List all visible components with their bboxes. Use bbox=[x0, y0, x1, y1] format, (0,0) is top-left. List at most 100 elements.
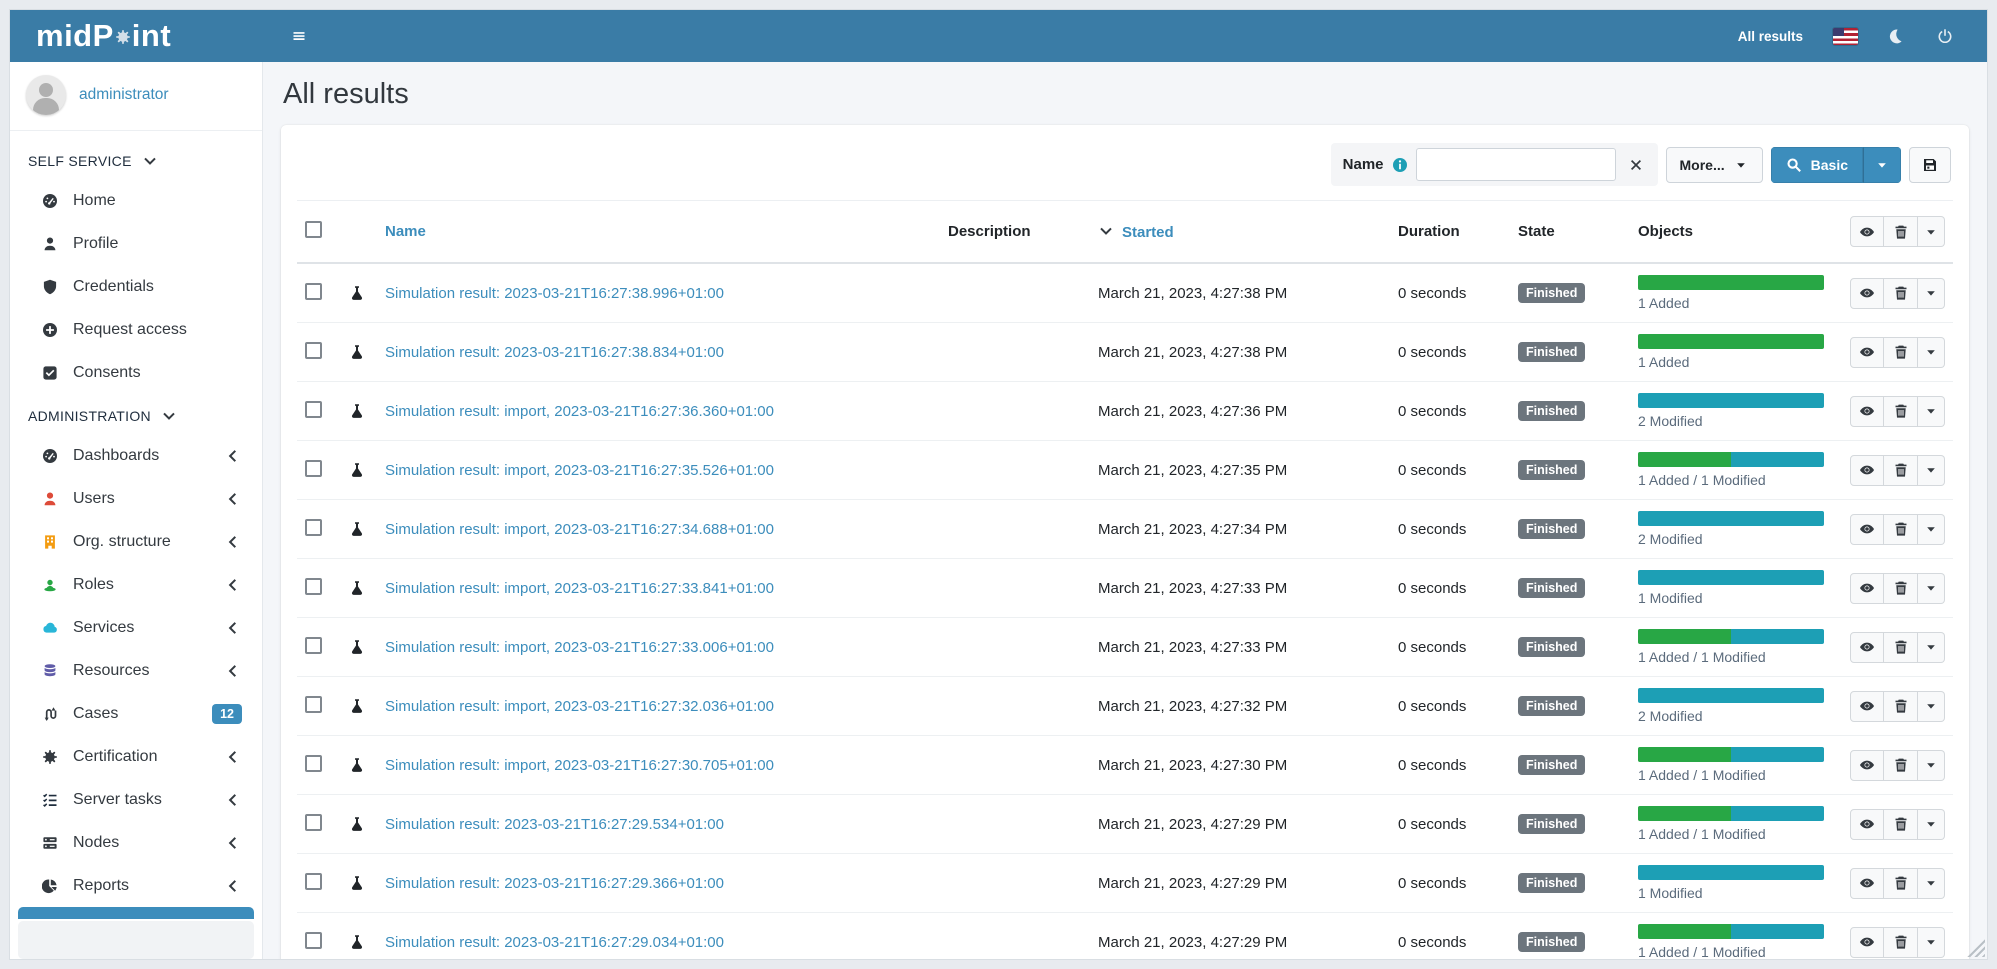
more-actions-icon[interactable] bbox=[1918, 396, 1945, 427]
view-icon[interactable] bbox=[1850, 632, 1884, 663]
sidebar-item-request-access[interactable]: Request access bbox=[18, 308, 254, 351]
simulations-submenu-stub[interactable] bbox=[18, 921, 254, 959]
save-search-button[interactable] bbox=[1909, 147, 1951, 183]
sidebar-section-administration[interactable]: ADMINISTRATION bbox=[18, 394, 254, 434]
sidebar-item-reports[interactable]: Reports bbox=[18, 864, 254, 907]
more-actions-icon[interactable] bbox=[1918, 750, 1945, 781]
navbar-breadcrumb[interactable]: All results bbox=[1724, 29, 1817, 44]
result-name-link[interactable]: Simulation result: import, 2023-03-21T16… bbox=[385, 639, 774, 656]
user-name-link[interactable]: administrator bbox=[79, 86, 169, 104]
result-name-link[interactable]: Simulation result: 2023-03-21T16:27:38.8… bbox=[385, 344, 724, 361]
result-name-link[interactable]: Simulation result: import, 2023-03-21T16… bbox=[385, 698, 774, 715]
sidebar-item-dashboards[interactable]: Dashboards bbox=[18, 434, 254, 477]
sidebar-item-org-structure[interactable]: Org. structure bbox=[18, 520, 254, 563]
menu-toggle-icon[interactable] bbox=[277, 10, 321, 62]
avatar[interactable] bbox=[26, 75, 66, 115]
row-checkbox[interactable] bbox=[305, 342, 322, 359]
row-checkbox[interactable] bbox=[305, 932, 322, 949]
view-all-icon[interactable] bbox=[1850, 216, 1884, 247]
more-actions-icon[interactable] bbox=[1918, 455, 1945, 486]
view-icon[interactable] bbox=[1850, 868, 1884, 899]
view-icon[interactable] bbox=[1850, 337, 1884, 368]
row-checkbox[interactable] bbox=[305, 873, 322, 890]
column-header-started[interactable]: Started bbox=[1090, 201, 1390, 264]
delete-icon[interactable] bbox=[1884, 455, 1918, 486]
view-icon[interactable] bbox=[1850, 396, 1884, 427]
brand-logo[interactable]: midPint bbox=[10, 10, 263, 62]
sidebar-item-home[interactable]: Home bbox=[18, 179, 254, 222]
more-actions-icon[interactable] bbox=[1918, 691, 1945, 722]
locale-button[interactable] bbox=[1823, 10, 1867, 62]
view-icon[interactable] bbox=[1850, 278, 1884, 309]
result-name-link[interactable]: Simulation result: import, 2023-03-21T16… bbox=[385, 580, 774, 597]
sidebar-item-server-tasks[interactable]: Server tasks bbox=[18, 778, 254, 821]
view-icon[interactable] bbox=[1850, 573, 1884, 604]
more-actions-icon[interactable] bbox=[1918, 868, 1945, 899]
delete-icon[interactable] bbox=[1884, 691, 1918, 722]
sidebar-item-consents[interactable]: Consents bbox=[18, 351, 254, 394]
more-actions-icon[interactable] bbox=[1918, 216, 1945, 247]
view-icon[interactable] bbox=[1850, 927, 1884, 958]
view-icon[interactable] bbox=[1850, 514, 1884, 545]
row-checkbox[interactable] bbox=[305, 637, 322, 654]
dark-mode-icon[interactable] bbox=[1873, 10, 1917, 62]
delete-icon[interactable] bbox=[1884, 278, 1918, 309]
info-icon[interactable] bbox=[1392, 157, 1408, 173]
result-name-link[interactable]: Simulation result: import, 2023-03-21T16… bbox=[385, 462, 774, 479]
select-all-checkbox[interactable] bbox=[305, 221, 322, 238]
row-checkbox[interactable] bbox=[305, 578, 322, 595]
sidebar-item-users[interactable]: Users bbox=[18, 477, 254, 520]
row-checkbox[interactable] bbox=[305, 401, 322, 418]
name-filter-input[interactable] bbox=[1416, 148, 1616, 181]
more-actions-icon[interactable] bbox=[1918, 514, 1945, 545]
row-checkbox[interactable] bbox=[305, 283, 322, 300]
delete-icon[interactable] bbox=[1884, 632, 1918, 663]
view-icon[interactable] bbox=[1850, 455, 1884, 486]
delete-icon[interactable] bbox=[1884, 514, 1918, 545]
delete-icon[interactable] bbox=[1884, 809, 1918, 840]
result-name-link[interactable]: Simulation result: 2023-03-21T16:27:29.3… bbox=[385, 875, 724, 892]
row-checkbox[interactable] bbox=[305, 519, 322, 536]
more-actions-icon[interactable] bbox=[1918, 278, 1945, 309]
clear-filter-icon[interactable] bbox=[1624, 155, 1648, 175]
sidebar-item-nodes[interactable]: Nodes bbox=[18, 821, 254, 864]
result-name-link[interactable]: Simulation result: 2023-03-21T16:27:29.5… bbox=[385, 816, 724, 833]
result-name-link[interactable]: Simulation result: 2023-03-21T16:27:29.0… bbox=[385, 934, 724, 951]
sidebar-item-cases[interactable]: Cases 12 bbox=[18, 692, 254, 735]
search-basic-button[interactable]: Basic bbox=[1771, 147, 1863, 183]
sidebar-item-profile[interactable]: Profile bbox=[18, 222, 254, 265]
delete-icon[interactable] bbox=[1884, 868, 1918, 899]
sidebar-item-resources[interactable]: Resources bbox=[18, 649, 254, 692]
delete-icon[interactable] bbox=[1884, 573, 1918, 604]
sidebar-section-self-service[interactable]: SELF SERVICE bbox=[18, 139, 254, 179]
more-actions-icon[interactable] bbox=[1918, 337, 1945, 368]
more-actions-icon[interactable] bbox=[1918, 573, 1945, 604]
delete-icon[interactable] bbox=[1884, 396, 1918, 427]
sidebar-item-simulations[interactable]: Simulations bbox=[18, 907, 254, 919]
result-name-link[interactable]: Simulation result: import, 2023-03-21T16… bbox=[385, 403, 774, 420]
delete-all-icon[interactable] bbox=[1884, 216, 1918, 247]
view-icon[interactable] bbox=[1850, 809, 1884, 840]
row-checkbox[interactable] bbox=[305, 460, 322, 477]
delete-icon[interactable] bbox=[1884, 750, 1918, 781]
column-header-name[interactable]: Name bbox=[377, 201, 940, 264]
view-icon[interactable] bbox=[1850, 691, 1884, 722]
view-icon[interactable] bbox=[1850, 750, 1884, 781]
sidebar-item-services[interactable]: Services bbox=[18, 606, 254, 649]
result-name-link[interactable]: Simulation result: import, 2023-03-21T16… bbox=[385, 757, 774, 774]
logout-icon[interactable] bbox=[1923, 10, 1967, 62]
more-actions-icon[interactable] bbox=[1918, 809, 1945, 840]
delete-icon[interactable] bbox=[1884, 337, 1918, 368]
sidebar-item-roles[interactable]: Roles bbox=[18, 563, 254, 606]
result-name-link[interactable]: Simulation result: import, 2023-03-21T16… bbox=[385, 521, 774, 538]
more-filters-button[interactable]: More... bbox=[1666, 147, 1763, 183]
search-mode-dropdown[interactable] bbox=[1863, 147, 1901, 183]
row-checkbox[interactable] bbox=[305, 755, 322, 772]
more-actions-icon[interactable] bbox=[1918, 632, 1945, 663]
row-checkbox[interactable] bbox=[305, 814, 322, 831]
sidebar-item-credentials[interactable]: Credentials bbox=[18, 265, 254, 308]
result-name-link[interactable]: Simulation result: 2023-03-21T16:27:38.9… bbox=[385, 285, 724, 302]
more-actions-icon[interactable] bbox=[1918, 927, 1945, 958]
delete-icon[interactable] bbox=[1884, 927, 1918, 958]
sidebar-item-certification[interactable]: Certification bbox=[18, 735, 254, 778]
